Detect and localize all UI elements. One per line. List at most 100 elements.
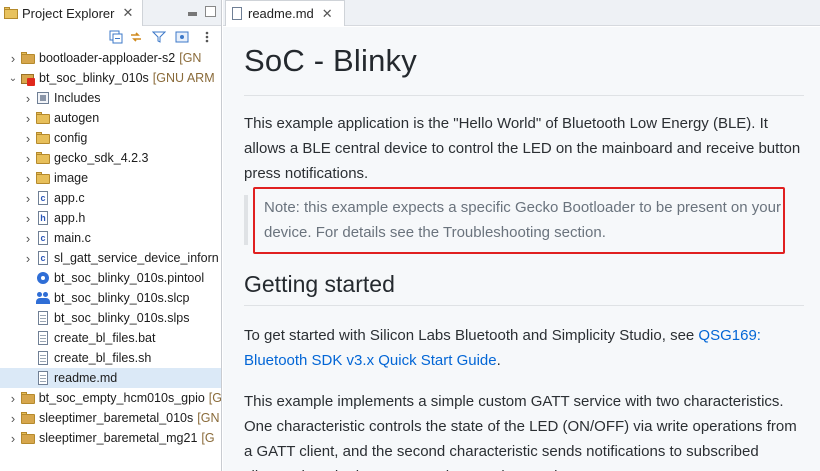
gear-icon: [36, 271, 50, 285]
chevron-right-icon[interactable]: ›: [23, 91, 33, 106]
chevron-right-icon[interactable]: ›: [23, 131, 33, 146]
file-icon: [36, 371, 50, 385]
collapse-all-icon[interactable]: [109, 30, 123, 44]
tree-item[interactable]: ⌄ bt_soc_blinky_010s [GNU ARM: [0, 68, 221, 88]
intro-paragraph: This example application is the "Hello W…: [244, 115, 801, 182]
folder-icon: [36, 111, 50, 125]
more-options-icon[interactable]: [200, 30, 214, 44]
chevron-right-icon[interactable]: ›: [23, 171, 33, 186]
tab-readme[interactable]: readme.md ✕: [225, 0, 345, 26]
project-icon: [21, 431, 35, 445]
tree-item[interactable]: › sleeptimer_baremetal_010s [GN: [0, 408, 221, 428]
chevron-right-icon[interactable]: ›: [8, 51, 18, 66]
project-icon: [21, 411, 35, 425]
tree-item-label: main.c: [54, 231, 91, 245]
tree-item[interactable]: › config: [0, 128, 221, 148]
tree-item-toolchain: [GNU ARM: [152, 71, 215, 85]
close-icon[interactable]: ✕: [322, 6, 333, 22]
folder-icon: [4, 7, 18, 19]
chevron-right-icon[interactable]: ›: [23, 251, 33, 266]
tree-item[interactable]: › gecko_sdk_4.2.3: [0, 148, 221, 168]
tree-item[interactable]: › c main.c: [0, 228, 221, 248]
tree-item-label: bt_soc_blinky_010s.slps: [54, 311, 190, 325]
tree-item[interactable]: › sleeptimer_baremetal_mg21 [G: [0, 428, 221, 448]
file-icon: [232, 7, 242, 20]
markdown-preview[interactable]: SoC - Blinky This example application is…: [223, 27, 820, 471]
tree-item-label: bootloader-apploader-s2: [39, 51, 176, 65]
tree-item[interactable]: › autogen: [0, 108, 221, 128]
editor-tabbar: readme.md ✕: [223, 0, 820, 26]
chevron-right-icon[interactable]: ›: [23, 191, 33, 206]
tree-item-label: image: [54, 171, 89, 185]
tree-item[interactable]: readme.md: [0, 368, 221, 388]
minimize-button[interactable]: [188, 12, 197, 16]
tree-item[interactable]: › c sl_gatt_service_device_inforn: [0, 248, 221, 268]
chevron-right-icon[interactable]: ›: [23, 211, 33, 226]
maximize-button[interactable]: [205, 6, 216, 17]
vertical-scrollbar[interactable]: [812, 27, 820, 471]
project-error-icon: [21, 71, 35, 86]
editor-panel: readme.md ✕ SoC - Blinky This example ap…: [223, 0, 820, 471]
tree-item-label: create_bl_files.sh: [54, 351, 152, 365]
tree-item-label: bt_soc_blinky_010s: [39, 71, 149, 85]
tree-item-label: app.c: [54, 191, 85, 205]
chevron-right-icon[interactable]: ›: [8, 411, 18, 426]
tree-item[interactable]: › h app.h: [0, 208, 221, 228]
link-with-editor-icon[interactable]: [129, 30, 143, 44]
getting-started-text: To get started with Silicon Labs Bluetoo…: [244, 327, 699, 344]
includes-icon: [36, 91, 50, 105]
tab-title: readme.md: [248, 6, 314, 21]
section-heading: Getting started: [244, 271, 395, 297]
tab-project-explorer[interactable]: Project Explorer ✕: [0, 0, 143, 26]
tree-item[interactable]: bt_soc_blinky_010s.pintool: [0, 268, 221, 288]
c-file-icon: c: [36, 231, 50, 245]
tree-item-toolchain: [G: [201, 431, 215, 445]
tree-item[interactable]: › Includes: [0, 88, 221, 108]
filter-icon[interactable]: [152, 30, 166, 44]
file-icon: [36, 351, 50, 365]
chevron-right-icon[interactable]: ›: [8, 391, 18, 406]
chevron-down-icon[interactable]: ⌄: [8, 73, 18, 84]
tree-item[interactable]: › image: [0, 168, 221, 188]
tree-item-label: bt_soc_blinky_010s.slcp: [54, 291, 190, 305]
section-divider: [244, 305, 804, 306]
chevron-right-icon[interactable]: ›: [23, 151, 33, 166]
tree-item-label: create_bl_files.bat: [54, 331, 156, 345]
chevron-right-icon[interactable]: ›: [23, 231, 33, 246]
tree-item[interactable]: create_bl_files.bat: [0, 328, 221, 348]
tree-item-label: config: [54, 131, 88, 145]
tree-item[interactable]: › c app.c: [0, 188, 221, 208]
folder-icon: [36, 171, 50, 185]
tree-item-label: gecko_sdk_4.2.3: [54, 151, 149, 165]
tree-item[interactable]: bt_soc_blinky_010s.slcp: [0, 288, 221, 308]
view-menu-icon[interactable]: [175, 30, 189, 44]
tree-item[interactable]: › bt_soc_empty_hcm010s_gpio [G: [0, 388, 222, 408]
chevron-right-icon[interactable]: ›: [8, 431, 18, 446]
tree-item-toolchain: [G: [208, 391, 222, 405]
project-explorer-tabbar: Project Explorer ✕: [0, 0, 221, 26]
people-icon: [36, 291, 50, 305]
close-icon[interactable]: ✕: [122, 5, 133, 21]
project-explorer-panel: Project Explorer ✕ › bootloader-apploader…: [0, 0, 222, 471]
tree-item-label: Includes: [54, 91, 101, 105]
tree-item[interactable]: create_bl_files.sh: [0, 348, 221, 368]
getting-started-paragraph: To get started with Silicon Labs Bluetoo…: [244, 323, 804, 373]
title-divider: [244, 95, 804, 96]
tree-item[interactable]: bt_soc_blinky_010s.slps: [0, 308, 221, 328]
c-file-icon: c: [36, 251, 50, 265]
tree-item-label: sl_gatt_service_device_inforn: [54, 251, 219, 265]
tree-item-label: bt_soc_empty_hcm010s_gpio: [38, 391, 205, 405]
tab-title: Project Explorer: [22, 5, 115, 21]
chevron-right-icon[interactable]: ›: [23, 111, 33, 126]
h-file-icon: h: [36, 211, 50, 225]
file-icon: [36, 331, 50, 345]
tree-item[interactable]: › bootloader-apploader-s2 [GN: [0, 48, 221, 68]
tree-item-label: autogen: [54, 111, 100, 125]
gatt-description-paragraph: This example implements a simple custom …: [244, 393, 797, 471]
tree-item-label: app.h: [54, 211, 86, 225]
tree-item-label: sleeptimer_baremetal_010s: [39, 411, 194, 425]
